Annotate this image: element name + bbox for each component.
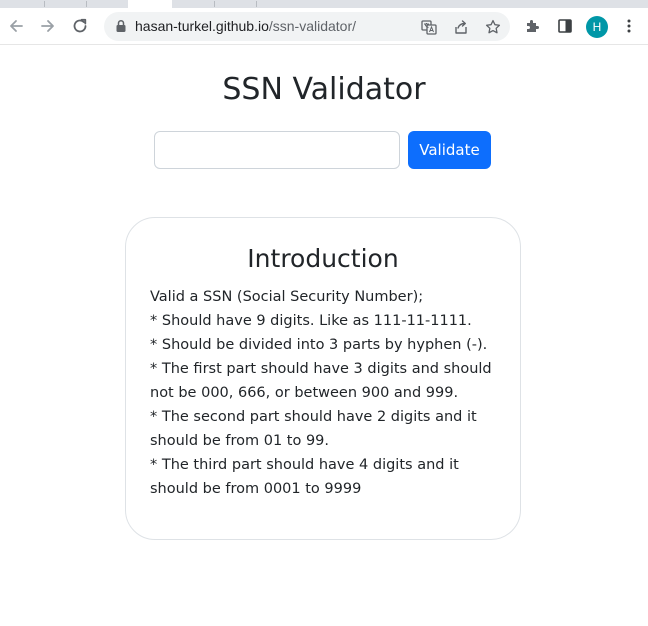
intro-line: Valid a SSN (Social Security Number); — [150, 289, 424, 305]
intro-line: * Should have 9 digits. Like as 111-11-1… — [150, 313, 472, 329]
intro-line: * The first part should have 3 digits an… — [150, 361, 492, 401]
share-icon — [455, 20, 467, 34]
lock-icon[interactable] — [115, 19, 127, 33]
tab-separator — [86, 1, 87, 7]
back-button[interactable] — [4, 15, 28, 37]
ssn-input[interactable] — [154, 131, 400, 169]
star-icon — [485, 19, 501, 34]
menu-button[interactable] — [619, 16, 639, 36]
url-text[interactable]: hasan-turkel.github.io/ssn-validator/ — [135, 18, 356, 34]
intro-line: * Should be divided into 3 parts by hyph… — [150, 337, 488, 353]
page-title: SSN Validator — [222, 72, 426, 107]
page-content: SSN Validator Validate Introduction Vali… — [0, 46, 648, 626]
tab-separator — [256, 1, 257, 7]
bookmark-button[interactable] — [484, 18, 502, 36]
intro-line: * The second part should have 2 digits a… — [150, 409, 477, 449]
puzzle-icon — [527, 20, 539, 32]
reload-icon — [73, 18, 87, 33]
introduction-text: Valid a SSN (Social Security Number); * … — [150, 285, 500, 501]
profile-avatar[interactable]: H — [586, 16, 608, 38]
reload-button[interactable] — [68, 15, 92, 37]
url-host: hasan-turkel.github.io — [135, 18, 269, 34]
address-bar[interactable]: hasan-turkel.github.io/ssn-validator/ — [104, 12, 510, 41]
tab-separator — [214, 1, 215, 7]
browser-toolbar: hasan-turkel.github.io/ssn-validator/ H — [0, 8, 648, 45]
introduction-card: Introduction Valid a SSN (Social Securit… — [125, 217, 521, 540]
forward-button[interactable] — [36, 15, 60, 37]
translate-icon — [421, 20, 437, 35]
url-path: /ssn-validator/ — [268, 18, 357, 34]
tab-separator — [44, 1, 45, 7]
arrow-right-icon — [41, 20, 54, 32]
validate-button[interactable]: Validate — [408, 131, 491, 169]
intro-line: * The third part should have 4 digits an… — [150, 457, 459, 497]
tab-strip — [0, 0, 648, 8]
introduction-heading: Introduction — [247, 244, 399, 273]
arrow-left-icon — [10, 20, 23, 32]
active-tab[interactable] — [128, 0, 172, 8]
side-panel-icon — [558, 19, 572, 33]
extensions-button[interactable] — [523, 16, 543, 36]
translate-button[interactable] — [420, 18, 438, 36]
share-button[interactable] — [452, 18, 470, 36]
side-panel-button[interactable] — [555, 16, 575, 36]
more-vert-icon — [627, 19, 631, 33]
